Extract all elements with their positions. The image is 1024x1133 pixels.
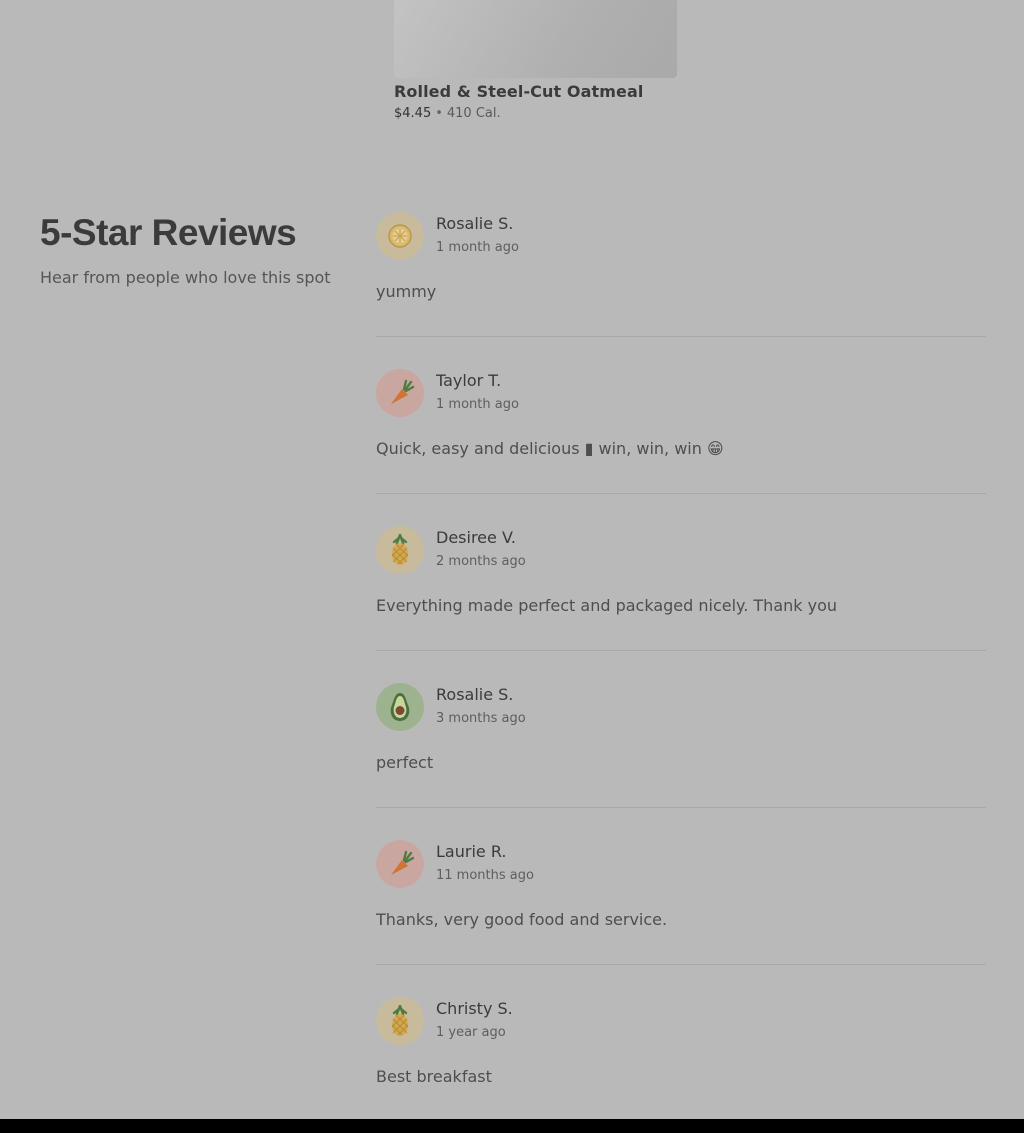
pineapple-icon	[391, 533, 409, 565]
avatar	[376, 840, 424, 888]
review-time: 1 month ago	[436, 397, 519, 412]
avocado-icon	[390, 693, 410, 721]
review-item: Rosalie S. 3 months ago perfect	[376, 683, 986, 808]
review-item: Rosalie S. 1 month ago yummy	[376, 212, 986, 337]
reviewer-name: Christy S.	[436, 999, 513, 1018]
review-item: Desiree V. 2 months ago Everything made …	[376, 526, 986, 651]
avatar	[376, 212, 424, 260]
product-card[interactable]: Rolled & Steel-Cut Oatmeal $4.45 • 410 Cal…	[394, 0, 677, 121]
avatar	[376, 683, 424, 731]
avatar	[376, 369, 424, 417]
review-text: Best breakfast	[376, 1067, 492, 1086]
product-image[interactable]	[394, 0, 677, 78]
reviewer-name: Taylor T.	[436, 371, 502, 390]
review-item: Taylor T. 1 month ago Quick, easy and de…	[376, 369, 986, 494]
review-time: 11 months ago	[436, 868, 534, 883]
carrot-icon	[391, 850, 415, 875]
lemon-icon	[388, 224, 412, 248]
carrot-icon	[391, 379, 415, 404]
bottom-bar	[0, 1119, 1024, 1133]
meta-separator: •	[435, 106, 443, 121]
reviewer-name: Rosalie S.	[436, 685, 514, 704]
product-name[interactable]: Rolled & Steel-Cut Oatmeal	[394, 82, 677, 101]
review-time: 1 year ago	[436, 1025, 506, 1040]
review-text: Everything made perfect and packaged nic…	[376, 596, 838, 615]
reviewer-name: Rosalie S.	[436, 214, 514, 233]
review-list: Rosalie S. 1 month ago yummy Taylor T. 1…	[376, 212, 986, 1121]
review-time: 2 months ago	[436, 554, 526, 569]
reviewer-name: Desiree V.	[436, 528, 516, 547]
review-text: perfect	[376, 753, 434, 772]
review-text: Quick, easy and delicious ▮ win, win, wi…	[376, 439, 724, 458]
reviewer-name: Laurie R.	[436, 842, 507, 861]
avatar	[376, 526, 424, 574]
review-time: 1 month ago	[436, 240, 519, 255]
product-meta: $4.45 • 410 Cal.	[394, 106, 677, 121]
review-text: Thanks, very good food and service.	[376, 910, 668, 929]
reviews-header: 5-Star Reviews Hear from people who love…	[40, 212, 340, 287]
product-price: $4.45	[394, 106, 432, 121]
review-text: yummy	[376, 282, 437, 301]
review-item: Christy S. 1 year ago Best breakfast	[376, 997, 986, 1121]
review-time: 3 months ago	[436, 711, 526, 726]
reviews-subtitle: Hear from people who love this spot	[40, 268, 331, 287]
pineapple-icon	[391, 1004, 409, 1036]
review-item: Laurie R. 11 months ago Thanks, very goo…	[376, 840, 986, 965]
product-calories: 410 Cal.	[446, 106, 501, 121]
reviews-title: 5-Star Reviews	[40, 212, 297, 253]
avatar	[376, 997, 424, 1045]
